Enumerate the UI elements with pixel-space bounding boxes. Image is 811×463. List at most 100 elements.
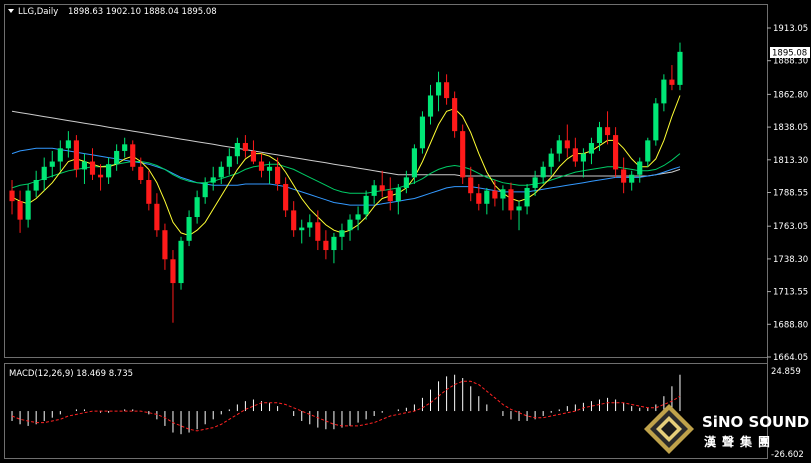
candle-body <box>508 189 514 211</box>
candle-body <box>427 95 434 117</box>
macd-signal-line <box>11 380 681 432</box>
logo-english: SiNO SOUND <box>702 413 809 431</box>
candle-body <box>154 203 160 231</box>
sino-sound-logo: SiNO SOUND 漢聲集團 <box>644 404 809 454</box>
price-tick-label: 1713.55 <box>773 288 808 298</box>
candle-body <box>669 79 675 85</box>
candle-body <box>178 240 184 284</box>
candle-body <box>548 153 554 167</box>
candle-body <box>452 98 458 132</box>
price-chart: LLG,Daily 1898.63 1902.10 1888.04 1895.0… <box>4 4 810 460</box>
candle-body <box>49 161 55 167</box>
price-tick-label: 1664.05 <box>773 353 808 363</box>
diamond-logo-icon <box>644 404 694 454</box>
main-panel-frame <box>4 4 768 358</box>
candle-body <box>234 143 240 157</box>
dropdown-arrow-icon[interactable] <box>8 9 14 13</box>
candle-body <box>419 116 426 149</box>
price-tick-label: 1838.05 <box>773 123 808 133</box>
price-tick-label: 1913.05 <box>773 24 808 34</box>
candle-body <box>226 156 232 167</box>
ohlc-label: 1898.63 1902.10 1888.04 1895.08 <box>68 7 217 17</box>
candle-body <box>186 217 192 241</box>
candle-body <box>138 166 144 181</box>
price-tick-label: 1813.30 <box>773 156 808 166</box>
candle-body <box>170 259 176 284</box>
candle-body <box>57 148 63 162</box>
macd-indicator <box>11 374 681 435</box>
candle-body <box>347 219 353 231</box>
candle-body <box>637 161 643 175</box>
candle-body <box>435 82 442 96</box>
candle-body <box>89 161 96 175</box>
moving-averages <box>11 95 681 237</box>
candle-body <box>524 187 530 207</box>
candle-body <box>283 183 289 211</box>
candle-body <box>621 169 627 183</box>
candle-body <box>81 161 88 170</box>
candle-body <box>492 190 498 199</box>
symbol-label: LLG,Daily <box>18 7 58 17</box>
candle-body <box>403 177 409 188</box>
candle-body <box>122 144 128 151</box>
candle-body <box>379 185 385 191</box>
candle-body <box>588 143 595 154</box>
candle-body <box>202 182 208 198</box>
price-axis-ticks: 1913.051888.301862.801838.051813.301788.… <box>767 24 808 363</box>
candle-body <box>387 190 393 202</box>
candle-body <box>460 131 466 178</box>
candle-body <box>629 174 635 183</box>
candle-body <box>299 227 305 231</box>
candle-body <box>371 185 377 196</box>
candle-body <box>363 195 369 215</box>
candle-body <box>580 153 586 162</box>
candle-body <box>604 127 611 136</box>
macd-label: MACD(12,26,9) 18.469 8.735 <box>9 369 133 379</box>
candle-body <box>307 222 313 228</box>
candle-body <box>677 51 683 85</box>
candle-body <box>97 174 104 178</box>
ma-blue-line <box>11 147 681 206</box>
candle-body <box>162 230 168 260</box>
candle-body <box>476 193 482 204</box>
macd-tick-bottom: -26.602 <box>771 450 804 460</box>
candle-body <box>130 144 136 167</box>
candle-body <box>41 166 47 181</box>
candle-body <box>218 166 224 178</box>
candle-body <box>106 164 112 178</box>
candle-body <box>73 140 79 170</box>
candle-body <box>500 189 506 199</box>
candle-body <box>242 143 248 151</box>
candle-body <box>540 166 546 178</box>
candle-body <box>250 150 257 162</box>
candle-body <box>146 180 152 204</box>
ma-mid-line <box>11 153 681 194</box>
candle-body <box>258 161 265 171</box>
candle-body <box>331 236 337 251</box>
candle-body <box>411 148 417 178</box>
price-tick-label: 1738.30 <box>773 255 808 265</box>
candle-body <box>210 177 216 183</box>
candle-body <box>556 140 562 154</box>
macd-tick-top: 24.859 <box>771 367 801 377</box>
candle-body <box>323 240 329 251</box>
candle-body <box>25 190 31 220</box>
candle-body <box>9 190 15 202</box>
candle-body <box>65 140 71 149</box>
candle-body <box>661 79 667 104</box>
candle-body <box>516 206 522 211</box>
candle-body <box>291 210 297 231</box>
candle-body <box>194 197 200 218</box>
candle-body <box>564 140 570 149</box>
price-tick-label: 1788.55 <box>773 189 808 199</box>
candle-body <box>275 166 281 184</box>
candle-body <box>339 230 345 237</box>
candle-body <box>468 177 474 194</box>
candle-body <box>532 177 538 188</box>
candle-body <box>613 135 619 170</box>
candle-body <box>395 187 401 202</box>
candle-body <box>572 148 578 162</box>
candle-body <box>653 103 659 141</box>
ma-slow-line <box>11 110 681 177</box>
candle-body <box>444 82 450 99</box>
